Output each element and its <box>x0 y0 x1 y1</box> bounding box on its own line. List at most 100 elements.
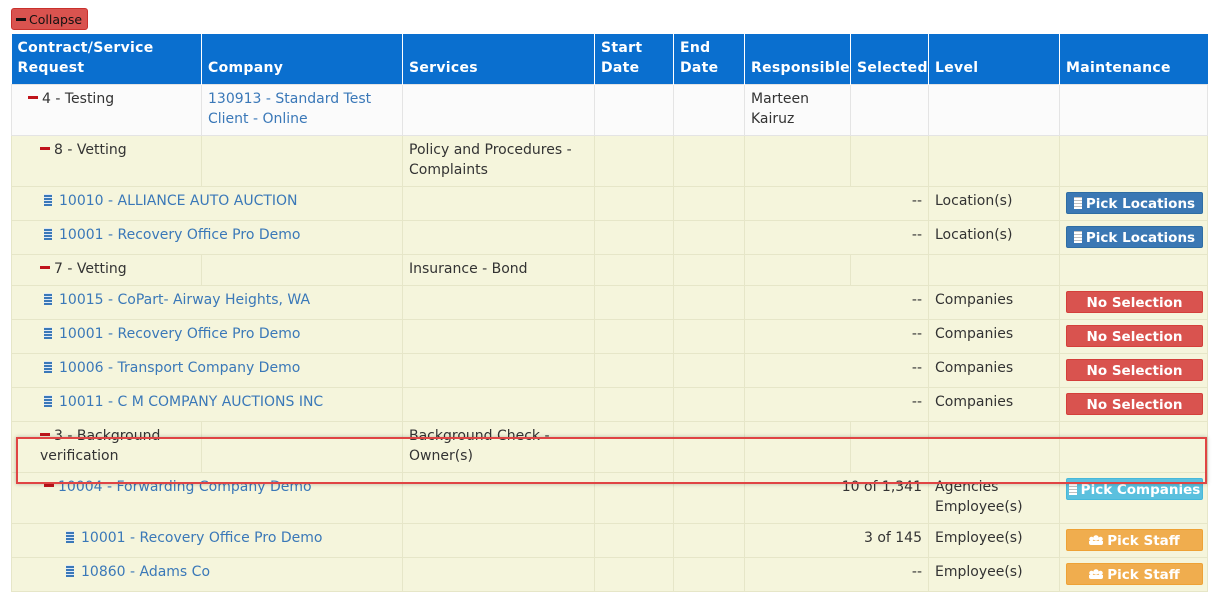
responsible-cell <box>744 421 851 473</box>
company-cell <box>201 135 403 187</box>
maintenance-cell <box>1059 135 1208 187</box>
minus-icon[interactable] <box>40 265 50 269</box>
minus-icon[interactable] <box>44 483 54 487</box>
selected-cell <box>850 135 929 187</box>
button-label: Pick Staff <box>1107 533 1180 549</box>
table-row: 3 - Background verification Background C… <box>11 421 1208 473</box>
header-level[interactable]: Level <box>928 34 1060 85</box>
selected-cell: -- <box>744 285 929 320</box>
location-link[interactable]: 10010 - ALLIANCE AUTO AUCTION <box>59 193 298 209</box>
location-link[interactable]: 10001 - Recovery Office Pro Demo <box>59 227 300 243</box>
building-icon <box>66 565 74 577</box>
company-cell <box>201 254 403 286</box>
request-cell: 8 - Vetting <box>11 135 202 187</box>
services-cell <box>402 387 595 422</box>
header-end-date[interactable]: End Date <box>673 34 745 85</box>
table-row: 10001 - Recovery Office Pro Demo -- Loca… <box>11 220 1208 255</box>
company-link[interactable]: 10001 - Recovery Office Pro Demo <box>81 530 322 546</box>
end-date-cell <box>673 421 745 473</box>
no-selection-button[interactable]: No Selection <box>1066 359 1203 381</box>
header-responsible[interactable]: Responsible <box>744 34 851 85</box>
pick-companies-button[interactable]: Pick Companies <box>1066 478 1203 500</box>
maintenance-cell: No Selection <box>1059 319 1208 354</box>
building-icon <box>44 361 52 373</box>
pick-locations-button[interactable]: Pick Locations <box>1066 192 1203 214</box>
selected-cell <box>850 421 929 473</box>
maintenance-cell: No Selection <box>1059 353 1208 388</box>
responsible-cell <box>744 254 851 286</box>
level-cell: Employee(s) <box>928 557 1060 592</box>
maintenance-cell: Pick Locations <box>1059 186 1208 221</box>
minus-icon[interactable] <box>40 432 50 436</box>
collapse-button[interactable]: Collapse <box>11 8 89 30</box>
end-date-cell <box>673 523 745 558</box>
company-link[interactable]: 130913 - Standard Test Client - Online <box>208 91 371 127</box>
table-row-selected: 10004 - Forwarding Company Demo 10 of 1,… <box>11 472 1208 524</box>
minus-icon[interactable] <box>40 146 50 150</box>
request-label: 8 - Vetting <box>54 142 127 158</box>
services-cell <box>402 186 595 221</box>
button-label: No Selection <box>1086 329 1183 345</box>
start-date-cell <box>594 186 674 221</box>
building-icon <box>44 293 52 305</box>
company-link[interactable]: 10004 - Forwarding Company Demo <box>58 479 312 495</box>
no-selection-button[interactable]: No Selection <box>1066 325 1203 347</box>
header-maintenance[interactable]: Maintenance <box>1059 34 1208 85</box>
end-date-cell <box>673 220 745 255</box>
services-cell <box>402 285 595 320</box>
pick-staff-button[interactable]: Pick Staff <box>1066 563 1203 585</box>
start-date-cell <box>594 319 674 354</box>
services-cell: Background Check - Owner(s) <box>402 421 595 473</box>
table-row: 10006 - Transport Company Demo -- Compan… <box>11 353 1208 388</box>
selected-cell: -- <box>744 319 929 354</box>
services-cell: Insurance - Bond <box>402 254 595 286</box>
pick-staff-button[interactable]: Pick Staff <box>1066 529 1203 551</box>
request-label: 7 - Vetting <box>54 261 127 277</box>
end-date-cell <box>673 186 745 221</box>
table-row: 8 - Vetting Policy and Procedures - Comp… <box>11 135 1208 187</box>
header-services[interactable]: Services <box>402 34 595 85</box>
no-selection-button[interactable]: No Selection <box>1066 393 1203 415</box>
services-cell <box>402 557 595 592</box>
minus-icon[interactable] <box>28 95 38 99</box>
button-label: No Selection <box>1086 295 1183 311</box>
header-selected[interactable]: Selected <box>850 34 929 85</box>
table-header-row: Contract/Service Request Company Service… <box>11 34 1208 85</box>
pick-locations-button[interactable]: Pick Locations <box>1066 226 1203 248</box>
start-date-cell <box>594 421 674 473</box>
minus-icon <box>16 17 26 21</box>
request-label: 4 - Testing <box>42 91 115 107</box>
company-link[interactable]: 10001 - Recovery Office Pro Demo <box>59 326 300 342</box>
level-cell: Companies <box>928 387 1060 422</box>
start-date-cell <box>594 353 674 388</box>
header-start-date[interactable]: Start Date <box>594 34 674 85</box>
start-date-cell <box>594 220 674 255</box>
header-company[interactable]: Company <box>201 34 403 85</box>
company-link[interactable]: 10011 - C M COMPANY AUCTIONS INC <box>59 394 323 410</box>
button-label: Pick Locations <box>1085 196 1196 212</box>
table-row: 7 - Vetting Insurance - Bond <box>11 254 1208 286</box>
request-label: 3 - Background verification <box>40 428 161 464</box>
maintenance-cell <box>1059 84 1208 136</box>
company-link[interactable]: 10860 - Adams Co <box>81 564 210 580</box>
building-icon <box>44 228 52 240</box>
start-date-cell <box>594 472 674 524</box>
level-cell <box>928 135 1060 187</box>
services-cell <box>402 472 595 524</box>
level-cell: Companies <box>928 353 1060 388</box>
header-request[interactable]: Contract/Service Request <box>11 34 202 85</box>
no-selection-button[interactable]: No Selection <box>1066 291 1203 313</box>
maintenance-cell: Pick Staff <box>1059 557 1208 592</box>
level-cell: Location(s) <box>928 220 1060 255</box>
request-cell: 3 - Background verification <box>11 421 202 473</box>
end-date-cell <box>673 254 745 286</box>
company-link[interactable]: 10015 - CoPart- Airway Heights, WA <box>59 292 310 308</box>
level-cell: Employee(s) <box>928 523 1060 558</box>
building-icon <box>1068 483 1077 495</box>
company-link[interactable]: 10006 - Transport Company Demo <box>59 360 300 376</box>
level-cell: Agencies Employee(s) <box>928 472 1060 524</box>
level-cell: Companies <box>928 285 1060 320</box>
button-label: Pick Locations <box>1085 230 1196 246</box>
building-icon <box>44 327 52 339</box>
selected-cell: -- <box>744 220 929 255</box>
